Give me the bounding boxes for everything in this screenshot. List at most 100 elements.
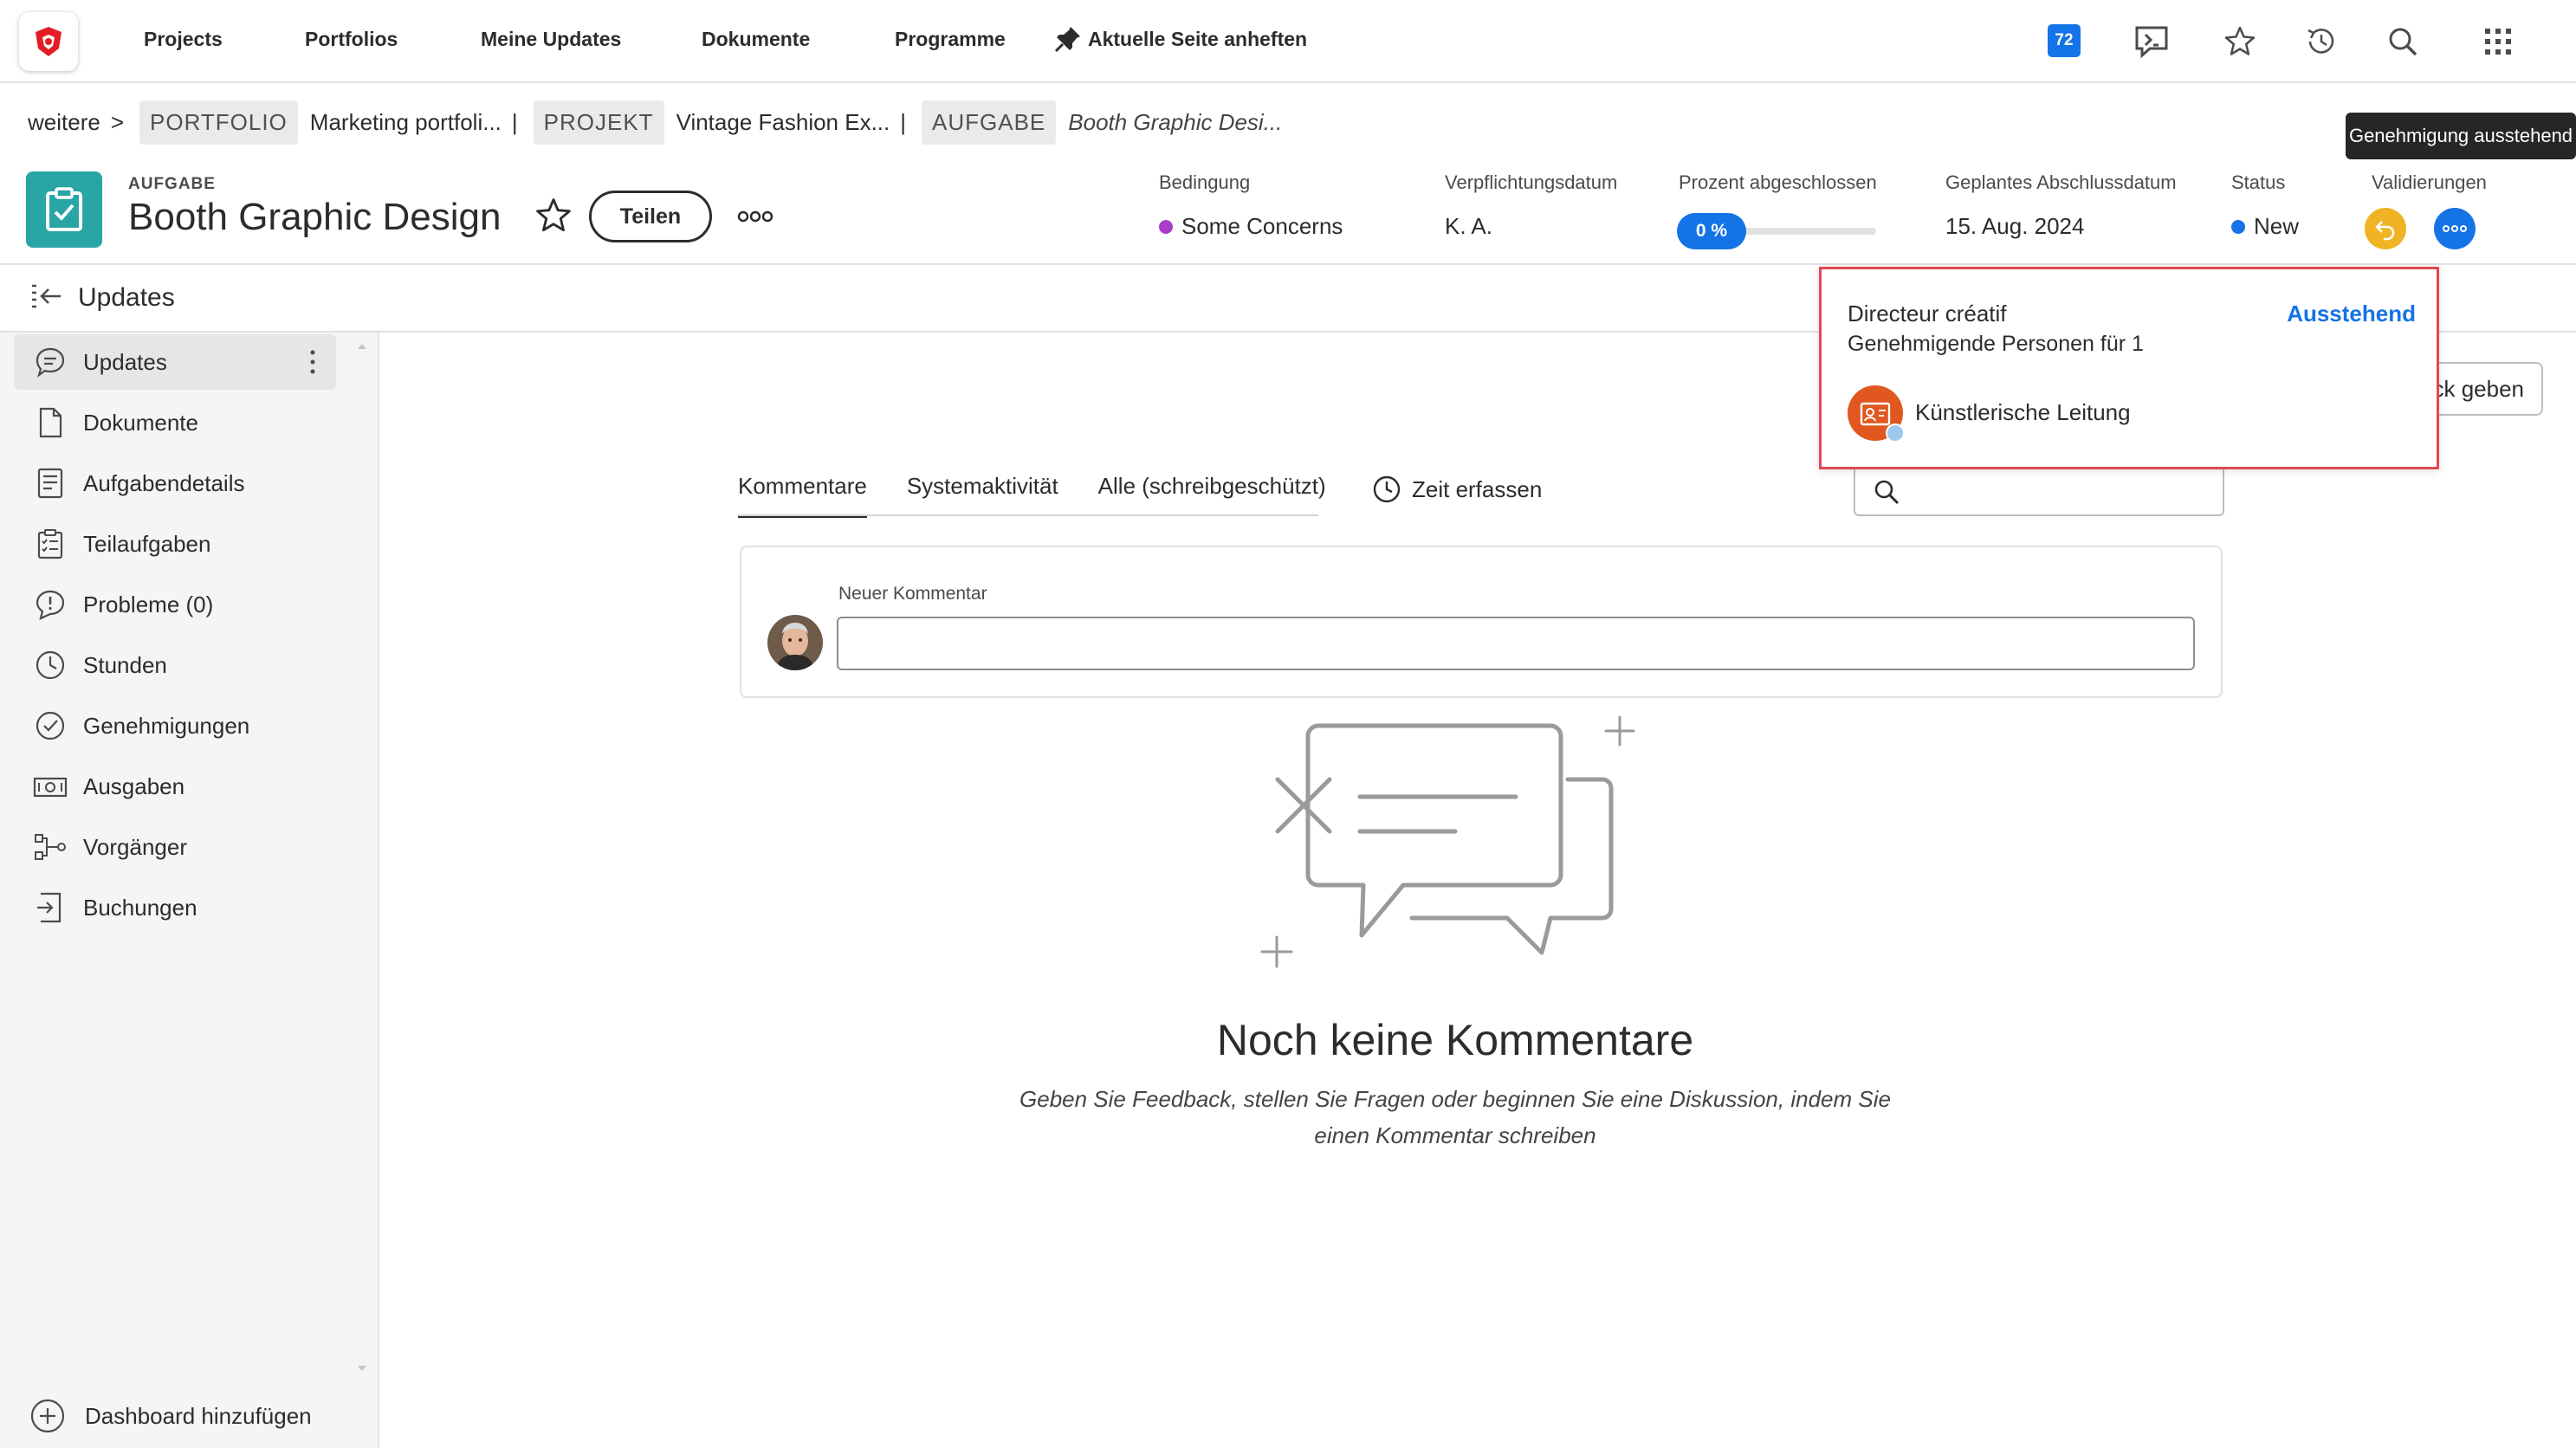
issue-icon <box>33 587 68 622</box>
search-icon[interactable] <box>2382 21 2424 62</box>
tabs-underline <box>738 514 1318 516</box>
breadcrumb-project-link[interactable]: Vintage Fashion Ex... <box>676 109 890 136</box>
sidebar-item-hours[interactable]: Stunden <box>14 637 336 693</box>
approval-more-icon[interactable] <box>2434 208 2476 249</box>
status-dot-icon <box>2231 219 2245 234</box>
status-value[interactable]: New <box>2231 213 2299 240</box>
sidebar-item-task-details[interactable]: Aufgabendetails <box>14 456 336 511</box>
condition-label: Bedingung <box>1159 171 1251 193</box>
pin-page-label: Aktuelle Seite anheften <box>1088 27 1308 50</box>
sidebar-scrollbar[interactable] <box>378 333 379 1448</box>
notifications-icon[interactable] <box>2131 21 2172 62</box>
empty-state-title: Noch keine Kommentare <box>1216 1016 1694 1064</box>
nav-projects[interactable]: Projects <box>144 28 223 51</box>
more-options-icon[interactable] <box>735 199 776 234</box>
comment-icon <box>33 345 68 379</box>
tab-all-readonly[interactable]: Alle (schreibgeschützt) <box>1098 473 1326 518</box>
share-button[interactable]: Teilen <box>589 191 712 242</box>
new-comment-label: Neuer Kommentar <box>838 584 987 604</box>
collapse-panel-icon[interactable] <box>29 282 64 314</box>
sidebar-item-expenses[interactable]: Ausgaben <box>14 759 336 814</box>
user-avatar <box>767 615 823 670</box>
approver-status-dot <box>1886 423 1905 443</box>
booking-icon <box>33 890 68 925</box>
approver-role-avatar <box>1848 385 1905 443</box>
add-dashboard-button[interactable]: Dashboard hinzufügen <box>29 1398 312 1434</box>
pin-page-button[interactable]: Aktuelle Seite anheften <box>1053 24 1307 54</box>
favorite-star-icon[interactable] <box>534 196 573 236</box>
empty-state-subtitle: Geben Sie Feedback, stellen Sie Fragen o… <box>1019 1086 1891 1148</box>
condition-value[interactable]: Some Concerns <box>1159 213 1343 240</box>
sidebar-item-subtasks[interactable]: Teilaufgaben <box>14 516 336 572</box>
sidebar-item-documents[interactable]: Dokumente <box>14 395 336 450</box>
planned-date-value[interactable]: 15. Aug. 2024 <box>1945 213 2084 240</box>
approval-step-title: Directeur créatif <box>1848 301 2007 326</box>
sidebar-item-label: Probleme (0) <box>83 591 214 617</box>
document-icon <box>33 405 68 440</box>
timer-icon <box>1373 475 1401 503</box>
breadcrumb-task-current: Booth Graphic Desi... <box>1068 108 1283 135</box>
money-icon <box>33 769 68 804</box>
nav-programs[interactable]: Programme <box>895 28 1006 51</box>
sidebar-item-predecessors[interactable]: Vorgänger <box>14 819 336 875</box>
breadcrumb-more[interactable]: weitere <box>28 109 100 136</box>
new-comment-input[interactable] <box>837 617 2195 670</box>
nav-documents[interactable]: Dokumente <box>702 28 810 51</box>
sidebar-item-label: Dokumente <box>83 409 198 436</box>
updates-tabs: Kommentare Systemaktivität Alle (schreib… <box>738 473 1326 518</box>
workfront-logo[interactable] <box>19 12 78 71</box>
status-text: New <box>2254 213 2300 239</box>
breadcrumb: weitere > PORTFOLIO Marketing portfoli..… <box>28 97 1282 147</box>
status-label: Status <box>2231 171 2286 193</box>
recents-icon[interactable] <box>2301 21 2342 62</box>
condition-text: Some Concerns <box>1181 213 1343 239</box>
approval-pending-tooltip: Genehmigung ausstehend <box>2346 113 2576 159</box>
approval-status-link[interactable]: Ausstehend <box>2287 301 2416 327</box>
page-title[interactable]: Booth Graphic Design <box>128 196 501 239</box>
sidebar-item-approvals[interactable]: Genehmigungen <box>14 698 336 753</box>
approver-name[interactable]: Künstlerische Leitung <box>1915 399 2131 426</box>
favorites-icon[interactable] <box>2219 21 2261 62</box>
sidebar-item-label: Updates <box>83 348 167 375</box>
notifications-count-badge[interactable]: 72 <box>2048 24 2081 57</box>
sidebar-item-bookings[interactable]: Buchungen <box>14 880 336 935</box>
reorder-handle-icon[interactable] <box>308 348 317 376</box>
scroll-up-icon[interactable] <box>357 343 367 350</box>
log-time-button[interactable]: Zeit erfassen <box>1372 475 1542 504</box>
apps-grid-icon[interactable] <box>2477 21 2519 62</box>
subtasks-icon <box>33 527 68 561</box>
validations-label: Validierungen <box>2372 171 2487 193</box>
approval-popover: Directeur créatif Ausstehend Genehmigend… <box>1819 267 2439 469</box>
sidebar-item-updates[interactable]: Updates <box>14 334 336 390</box>
sidebar-item-label: Ausgaben <box>83 772 185 799</box>
scroll-down-icon[interactable] <box>357 1365 367 1372</box>
nav-my-updates[interactable]: Meine Updates <box>481 28 621 51</box>
breadcrumb-chevron: > <box>110 108 125 135</box>
panel-header: Updates <box>29 282 175 314</box>
breadcrumb-project-chip: PROJEKT <box>533 100 664 145</box>
logo-shield-icon <box>36 27 61 56</box>
tab-comments[interactable]: Kommentare <box>738 473 867 518</box>
add-circle-icon <box>30 1399 65 1433</box>
clock-icon <box>33 648 68 682</box>
approval-pending-icon[interactable] <box>2365 208 2406 249</box>
sidebar-item-label: Stunden <box>83 651 167 678</box>
comments-search-input[interactable] <box>1854 464 2224 516</box>
commit-date-value[interactable]: K. A. <box>1445 213 1492 240</box>
percent-complete-value[interactable]: 0 % <box>1677 213 1746 249</box>
sidebar-item-label: Aufgabendetails <box>83 469 245 496</box>
panel-title: Updates <box>78 283 175 312</box>
breadcrumb-task-chip: AUFGABE <box>922 100 1057 145</box>
top-navigation: Projects Portfolios Meine Updates Dokume… <box>0 0 2576 83</box>
approval-icon <box>33 708 68 743</box>
details-icon <box>33 466 68 501</box>
nav-portfolios[interactable]: Portfolios <box>305 28 398 51</box>
predecessor-icon <box>33 830 68 864</box>
breadcrumb-portfolio-link[interactable]: Marketing portfoli... <box>310 109 502 136</box>
condition-dot-icon <box>1159 219 1173 234</box>
tab-system-activity[interactable]: Systemaktivität <box>907 473 1058 518</box>
sidebar-item-label: Teilaufgaben <box>83 530 211 557</box>
sidebar-item-issues[interactable]: Probleme (0) <box>14 577 336 632</box>
log-time-label: Zeit erfassen <box>1412 475 1543 502</box>
search-icon <box>1874 480 1900 505</box>
